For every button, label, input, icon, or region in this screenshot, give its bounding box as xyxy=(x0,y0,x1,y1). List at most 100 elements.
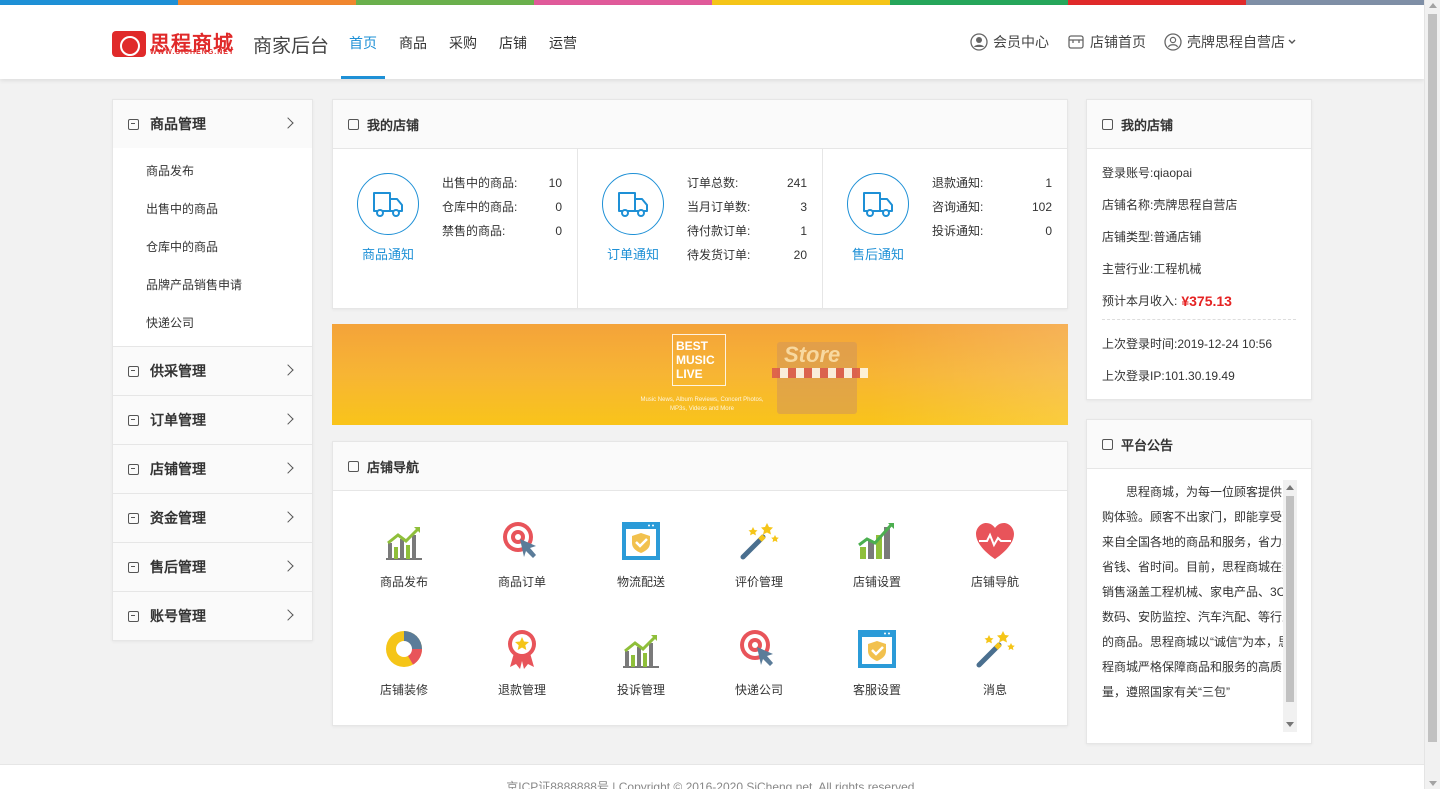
menu-square-icon xyxy=(1102,438,1113,450)
shop-home-label: 店铺首页 xyxy=(1090,34,1146,50)
my-shop-panel: 我的店铺 商品通知 出售中的商品: 10 仓库中的商品: 0 禁售的商品: 0 订单通… xyxy=(332,99,1068,309)
stat-value[interactable]: 0 xyxy=(555,195,562,219)
shop-nav-panel: 店铺导航 商品发布 商品订单 物流配送 评价管理 店铺设置 店铺导航店铺装修 退款管理 投诉管… xyxy=(332,441,1068,726)
menu-square-icon xyxy=(128,512,139,524)
shop-nav-item[interactable]: 店铺导航 xyxy=(945,519,1045,590)
sidebar-head-label: 商品管理 xyxy=(150,116,206,132)
shop-nav-label: 商品发布 xyxy=(379,575,428,589)
info-label: 上次登录IP: xyxy=(1102,369,1165,383)
banner-background xyxy=(872,324,1068,425)
stat-value[interactable]: 3 xyxy=(800,195,807,219)
shop-nav-item[interactable]: 店铺设置 xyxy=(827,519,927,590)
stat-value[interactable]: 0 xyxy=(1045,219,1052,243)
shop-nav-label: 退款管理 xyxy=(497,683,546,697)
aftersale-notice-block: 售后通知 退款通知: 1 咨询通知: 102 投诉通知: 0 xyxy=(823,149,1067,309)
sidebar-head-funds[interactable]: 资金管理 xyxy=(113,494,312,542)
shop-nav-item[interactable]: 物流配送 xyxy=(591,519,691,590)
notice-body: 思程商城，为每一位顾客提供网购体验。顾客不出家门，即能享受到来自全国各地的商品和… xyxy=(1102,485,1295,699)
nav-shop[interactable]: 店铺 xyxy=(491,5,535,79)
sidebar-group-aftersale: 售后管理 xyxy=(113,543,312,592)
order-notice-label[interactable]: 订单通知 xyxy=(588,244,678,263)
stat-value[interactable]: 102 xyxy=(1032,195,1052,219)
sidebar-head-label: 订单管理 xyxy=(150,412,206,428)
shop-nav-item[interactable]: 店铺装修 xyxy=(354,627,454,698)
shield-window-icon xyxy=(619,519,663,563)
sidebar-group-funds: 资金管理 xyxy=(113,494,312,543)
promo-banner[interactable]: BEST MUSIC LIVE Music News, Album Review… xyxy=(332,324,1068,425)
info-label: 登录账号: xyxy=(1102,166,1154,180)
sidebar-item-publish[interactable]: 商品发布 xyxy=(113,152,312,190)
notice-scrollbar[interactable] xyxy=(1283,480,1297,732)
stat-value[interactable]: 1 xyxy=(1045,171,1052,195)
sidebar-item-warehouse[interactable]: 仓库中的商品 xyxy=(113,228,312,266)
page-scrollbar[interactable] xyxy=(1424,0,1440,789)
logo[interactable]: 思程商城 WWW.SICHENG.NET xyxy=(112,27,244,63)
nav-home[interactable]: 首页 xyxy=(341,5,385,79)
truck-icon[interactable] xyxy=(357,173,419,235)
sidebar-head-label: 资金管理 xyxy=(150,510,206,526)
panel-title: 我的店铺 xyxy=(367,117,420,133)
nav-goods[interactable]: 商品 xyxy=(391,5,435,79)
shop-nav-item[interactable]: 消息 xyxy=(945,627,1045,698)
stat-key: 禁售的商品: xyxy=(442,224,506,238)
shop-nav-item[interactable]: 退款管理 xyxy=(472,627,572,698)
truck-icon[interactable] xyxy=(847,173,909,235)
stat-value[interactable]: 10 xyxy=(549,171,562,195)
truck-icon[interactable] xyxy=(602,173,664,235)
info-label: 店铺名称: xyxy=(1102,198,1154,212)
chevron-right-icon xyxy=(282,117,294,129)
shop-nav-label: 评价管理 xyxy=(734,575,783,589)
stat-value[interactable]: 0 xyxy=(555,219,562,243)
scroll-up-arrow-icon[interactable] xyxy=(1429,3,1437,8)
stat-key: 待付款订单: xyxy=(687,224,751,238)
scroll-up-arrow-icon[interactable] xyxy=(1286,485,1294,490)
donut-chart-icon xyxy=(382,627,426,671)
top-nav: 首页 商品 采购 店铺 运营 xyxy=(341,5,591,79)
nav-purchase[interactable]: 采购 xyxy=(441,5,485,79)
stat-value[interactable]: 1 xyxy=(800,219,807,243)
scroll-down-arrow-icon[interactable] xyxy=(1286,722,1294,727)
nav-operation[interactable]: 运营 xyxy=(541,5,585,79)
header: 思程商城 WWW.SICHENG.NET 商家后台 首页 商品 采购 店铺 运营… xyxy=(0,5,1424,79)
shop-account-dropdown[interactable]: 壳牌思程自营店 xyxy=(1164,32,1302,52)
menu-square-icon xyxy=(128,414,139,426)
shop-nav-item[interactable]: 商品发布 xyxy=(354,519,454,590)
store-icon xyxy=(1068,35,1084,49)
sidebar-head-shop[interactable]: 店铺管理 xyxy=(113,445,312,493)
shield-window-icon xyxy=(855,627,899,671)
sidebar-item-brand-apply[interactable]: 品牌产品销售申请 xyxy=(113,266,312,304)
aftersale-notice-label[interactable]: 售后通知 xyxy=(833,244,923,263)
scroll-thumb[interactable] xyxy=(1428,14,1437,742)
sidebar-head-account[interactable]: 账号管理 xyxy=(113,592,312,640)
member-center-link[interactable]: 会员中心 xyxy=(970,32,1049,52)
shop-home-link[interactable]: 店铺首页 xyxy=(1067,32,1146,52)
target-icon xyxy=(500,519,544,563)
shop-nav-item[interactable]: 快递公司 xyxy=(709,627,809,698)
shop-account-label: 壳牌思程自营店 xyxy=(1187,34,1285,50)
chevron-right-icon xyxy=(282,364,294,376)
stat-value[interactable]: 20 xyxy=(794,243,807,267)
sidebar-item-on-sale[interactable]: 出售中的商品 xyxy=(113,190,312,228)
chevron-right-icon xyxy=(282,413,294,425)
sidebar-head-goods[interactable]: 商品管理 xyxy=(113,100,312,148)
sidebar-item-express[interactable]: 快递公司 xyxy=(113,304,312,342)
bar-chart-icon xyxy=(382,519,426,563)
shop-nav-item[interactable]: 商品订单 xyxy=(472,519,572,590)
stat-key: 咨询通知: xyxy=(932,200,984,214)
sidebar-head-supply[interactable]: 供采管理 xyxy=(113,347,312,395)
goods-notice-label[interactable]: 商品通知 xyxy=(343,244,433,263)
shop-nav-label: 客服设置 xyxy=(852,683,901,697)
footer-text: 京ICP证8888888号 | Copyright © 2016-2020 Si… xyxy=(506,780,918,789)
user-icon xyxy=(1164,33,1182,51)
stat-value[interactable]: 241 xyxy=(787,171,807,195)
sidebar-head-orders[interactable]: 订单管理 xyxy=(113,396,312,444)
shop-nav-item[interactable]: 评价管理 xyxy=(709,519,809,590)
last-login-ip: 101.30.19.49 xyxy=(1164,369,1235,383)
shop-type: 普通店铺 xyxy=(1153,230,1202,244)
scroll-down-arrow-icon[interactable] xyxy=(1429,781,1437,786)
shop-nav-item[interactable]: 投诉管理 xyxy=(591,627,691,698)
scroll-thumb[interactable] xyxy=(1286,496,1294,702)
sidebar-head-aftersale[interactable]: 售后管理 xyxy=(113,543,312,591)
shop-nav-item[interactable]: 客服设置 xyxy=(827,627,927,698)
shop-nav-grid: 商品发布 商品订单 物流配送 评价管理 店铺设置 店铺导航店铺装修 退款管理 投诉管理 快递公司… xyxy=(333,491,1067,726)
